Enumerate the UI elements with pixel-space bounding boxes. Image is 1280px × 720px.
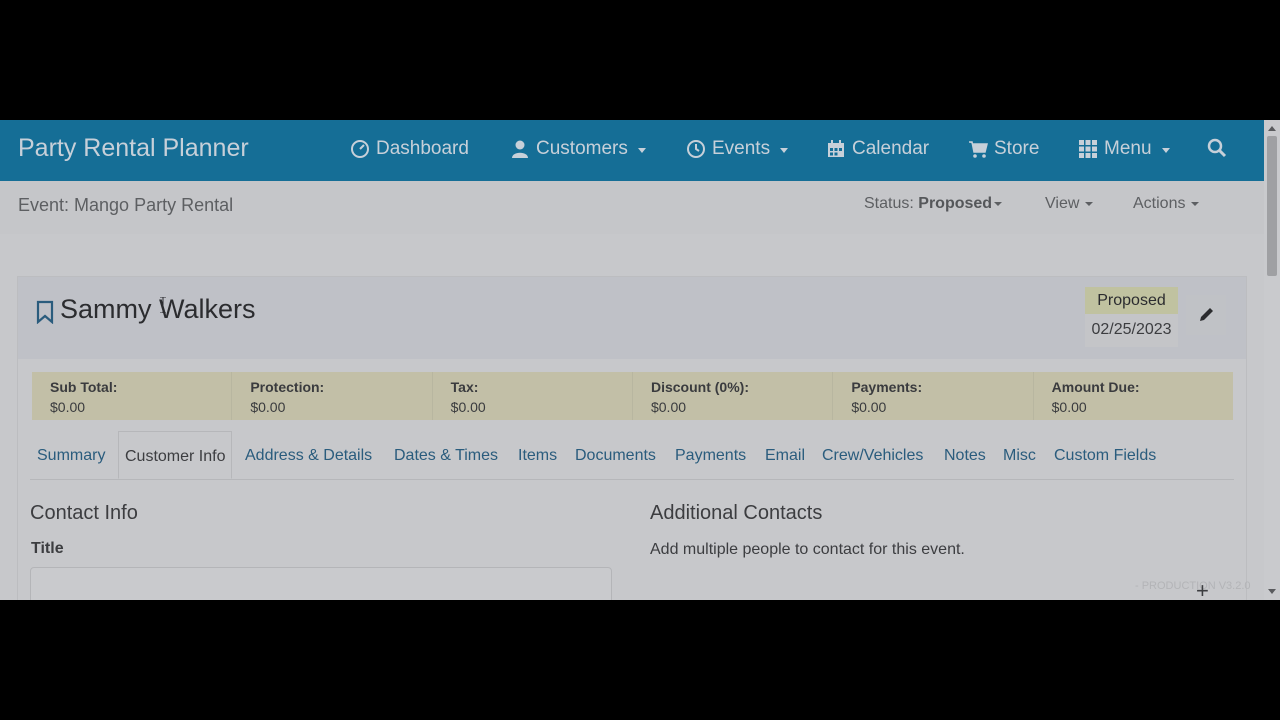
total-value: $0.00 — [650, 399, 687, 415]
nav-calendar-label: Calendar — [852, 138, 930, 159]
tab-payments[interactable]: Payments — [675, 447, 746, 465]
search-button[interactable] — [1207, 138, 1227, 158]
title-label: Title — [31, 540, 64, 557]
tab-email[interactable]: Email — [765, 447, 805, 465]
vertical-scrollbar[interactable] — [1264, 120, 1280, 600]
nav-dashboard-label: Dashboard — [376, 138, 469, 159]
view-label: View — [1045, 195, 1080, 212]
chevron-down-icon — [780, 147, 789, 153]
total-label: Amount Due: — [1051, 379, 1140, 395]
total-label: Sub Total: — [50, 379, 118, 395]
card-header: Sammy Walkers Proposed 02/25/2023 — [18, 277, 1246, 359]
additional-contacts-description: Add multiple people to contact for this … — [650, 541, 965, 558]
nav-store[interactable]: Store — [968, 138, 1039, 160]
total-label: Payments: — [851, 379, 923, 395]
tab-notes[interactable]: Notes — [944, 447, 986, 465]
chevron-down-icon — [637, 147, 646, 153]
cart-icon — [969, 141, 988, 158]
bookmark-icon[interactable] — [36, 300, 54, 324]
chevron-down-icon — [1191, 201, 1200, 206]
production-version-tag: - PRODUCTION V3.2.0 — [1135, 580, 1251, 592]
status-value: Proposed — [918, 195, 993, 212]
nav-menu-label: Menu — [1104, 138, 1152, 159]
pencil-icon — [1200, 308, 1213, 321]
tab-misc[interactable]: Misc — [1003, 447, 1036, 465]
nav-calendar[interactable]: Calendar — [826, 138, 929, 160]
totals-bar: Sub Total: $0.00 Protection: $0.00 Tax: … — [32, 372, 1233, 420]
event-subheader: Event: Mango Party Rental Status: Propos… — [0, 181, 1264, 234]
scroll-up-icon[interactable] — [1268, 126, 1276, 131]
grid-icon — [1079, 140, 1097, 158]
total-value: $0.00 — [851, 399, 887, 415]
nav-menu[interactable]: Menu — [1078, 138, 1170, 160]
search-icon — [1207, 138, 1227, 158]
actions-label: Actions — [1133, 195, 1186, 212]
browser-viewport: Party Rental Planner Dashboard Customers… — [0, 120, 1280, 600]
total-label: Discount (0%): — [650, 379, 749, 395]
view-dropdown[interactable]: View — [1045, 195, 1094, 213]
total-value: $0.00 — [1051, 399, 1087, 415]
total-value: $0.00 — [250, 399, 286, 415]
scrollbar-thumb[interactable] — [1267, 136, 1277, 276]
total-discount: Discount (0%): $0.00 — [633, 372, 834, 420]
additional-contacts-heading: Additional Contacts — [650, 502, 823, 524]
status-box: Proposed 02/25/2023 — [1085, 287, 1178, 347]
tab-items[interactable]: Items — [518, 447, 557, 465]
total-value: $0.00 — [50, 399, 86, 415]
add-contact-button[interactable]: + — [1196, 580, 1209, 601]
total-value: $0.00 — [450, 399, 486, 415]
top-navbar: Party Rental Planner Dashboard Customers… — [0, 120, 1264, 181]
status-date: 02/25/2023 — [1091, 321, 1172, 338]
edit-button[interactable] — [1186, 295, 1226, 335]
total-payments: Payments: $0.00 — [833, 372, 1034, 420]
event-title: Event: Mango Party Rental — [18, 195, 234, 215]
status-prefix: Status: — [864, 195, 914, 212]
total-subtotal: Sub Total: $0.00 — [32, 372, 233, 420]
status-dropdown[interactable]: Status: Proposed — [864, 195, 1003, 213]
nav-events[interactable]: Events — [686, 138, 789, 160]
nav-store-label: Store — [994, 138, 1040, 159]
scroll-down-icon[interactable] — [1268, 589, 1276, 594]
total-label: Protection: — [250, 379, 325, 395]
page: Party Rental Planner Dashboard Customers… — [0, 120, 1264, 600]
dashboard-icon — [351, 140, 369, 158]
nav-dashboard[interactable]: Dashboard — [350, 138, 469, 160]
event-tabs: Summary Customer Info Address & Details … — [30, 431, 1234, 480]
chevron-down-icon — [994, 201, 1003, 206]
text-cursor-icon — [160, 297, 166, 313]
tab-address-details[interactable]: Address & Details — [245, 447, 372, 465]
nav-customers[interactable]: Customers — [510, 138, 646, 160]
tab-documents[interactable]: Documents — [575, 447, 656, 465]
total-tax: Tax: $0.00 — [433, 372, 633, 420]
event-card: Sammy Walkers Proposed 02/25/2023 Sub To… — [17, 276, 1247, 600]
nav-customers-label: Customers — [536, 138, 628, 159]
total-protection: Protection: $0.00 — [232, 372, 433, 420]
chevron-down-icon — [1085, 201, 1094, 206]
tab-dates-times[interactable]: Dates & Times — [394, 447, 498, 465]
contact-info-heading: Contact Info — [30, 502, 138, 524]
clock-icon — [687, 140, 705, 158]
title-input[interactable] — [30, 567, 612, 600]
actions-dropdown[interactable]: Actions — [1133, 195, 1200, 213]
total-amount-due: Amount Due: $0.00 — [1034, 372, 1233, 420]
app-brand[interactable]: Party Rental Planner — [18, 134, 249, 163]
tab-summary[interactable]: Summary — [37, 447, 105, 465]
chevron-down-icon — [1161, 147, 1170, 153]
customer-name: Sammy Walkers — [60, 294, 256, 324]
nav-events-label: Events — [712, 138, 771, 159]
tab-crew-vehicles[interactable]: Crew/Vehicles — [822, 447, 923, 465]
total-label: Tax: — [450, 379, 479, 395]
user-icon — [512, 140, 528, 158]
tab-customer-info[interactable]: Customer Info — [118, 431, 233, 479]
status-badge: Proposed — [1085, 287, 1178, 314]
tab-custom-fields[interactable]: Custom Fields — [1054, 447, 1156, 465]
calendar-icon — [828, 140, 844, 157]
